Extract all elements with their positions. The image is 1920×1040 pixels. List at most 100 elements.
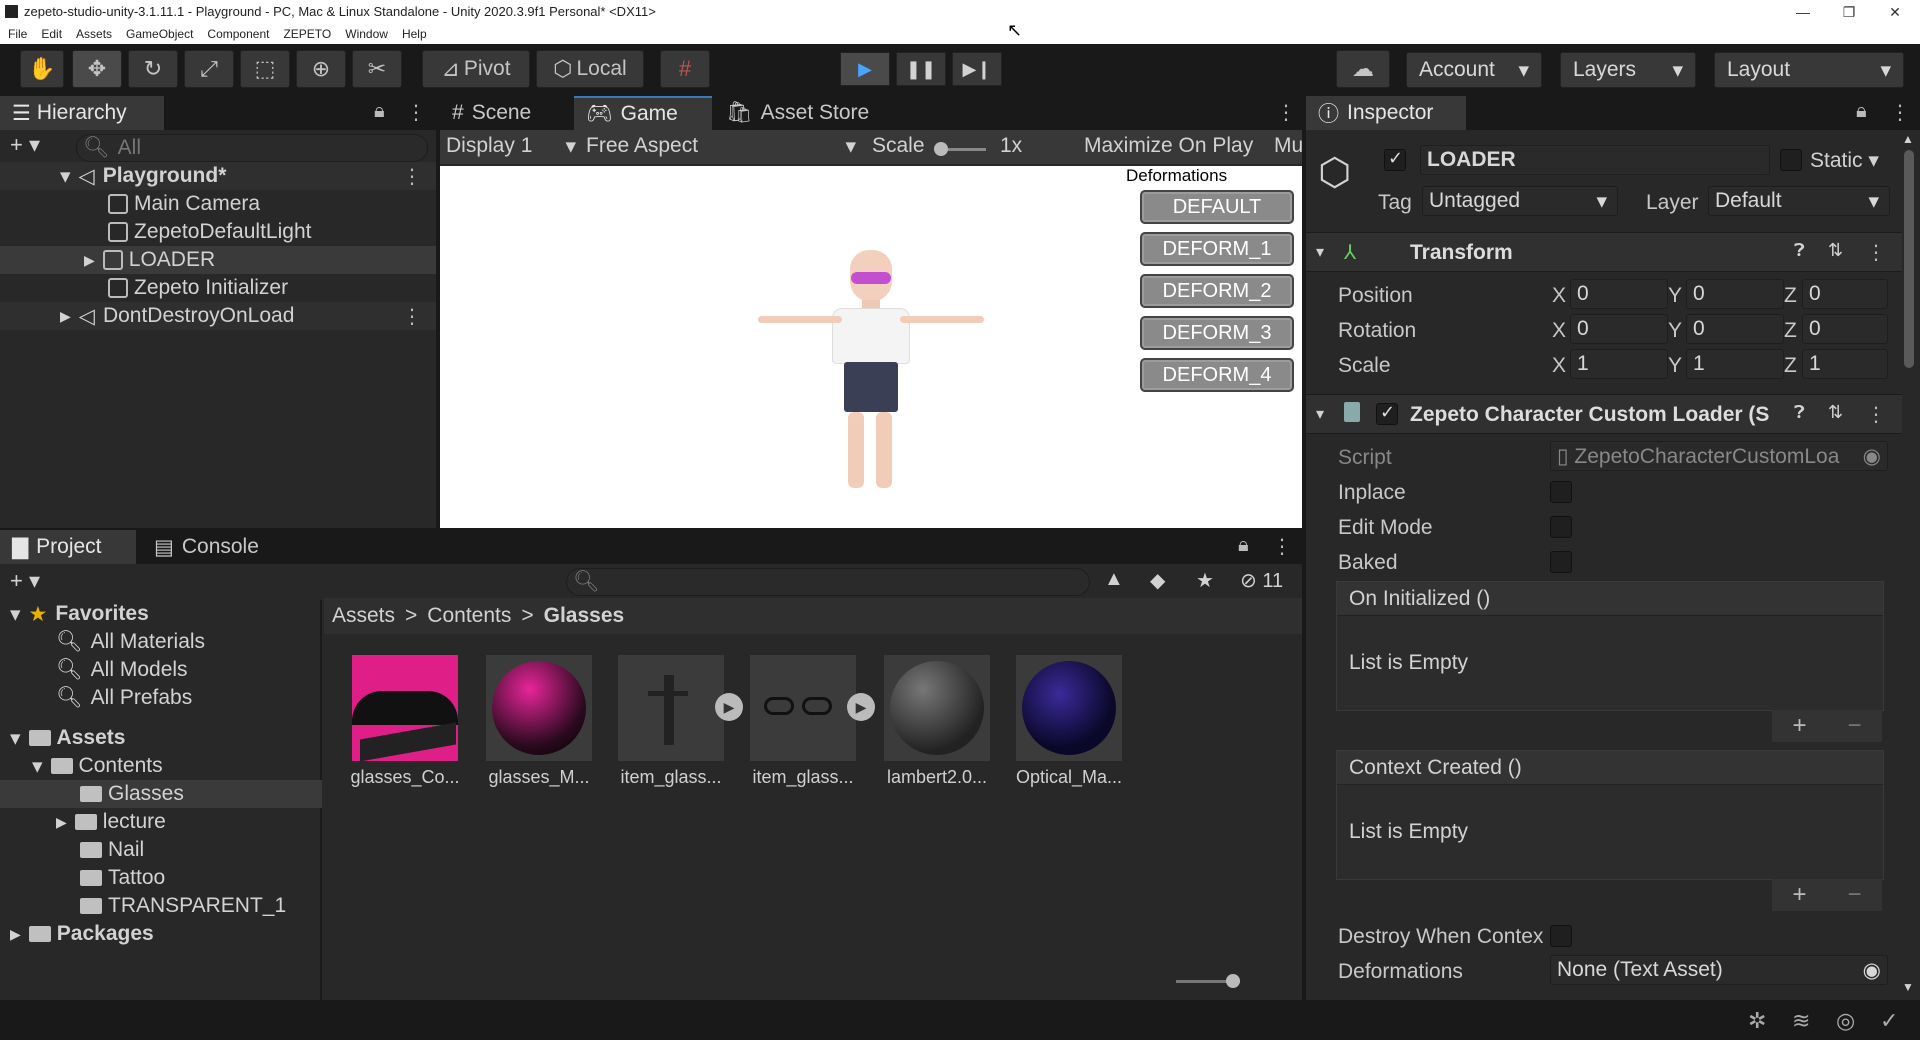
project-search-input[interactable]: 🔍︎ (566, 568, 1090, 596)
baked-checkbox[interactable] (1550, 551, 1572, 573)
object-picker-icon[interactable]: ◉ (1863, 958, 1881, 983)
lighting-icon[interactable]: ◎ (1836, 1008, 1855, 1034)
debug-icon[interactable]: ✲ (1748, 1008, 1766, 1034)
favorites-row[interactable]: ▾ ★ Favorites (0, 600, 322, 628)
transform-tool-button[interactable]: ⊕ (296, 50, 346, 88)
default-button[interactable]: DEFAULT (1140, 190, 1294, 224)
lock-icon[interactable]: 🔒︎ (1856, 100, 1867, 123)
cloud-button[interactable]: ☁ (1336, 50, 1390, 88)
folder-transparent[interactable]: TRANSPARENT_1 (0, 892, 322, 920)
inplace-checkbox[interactable] (1550, 481, 1572, 503)
asset-item-glass-prefab-2[interactable]: item_glass... (748, 655, 858, 788)
fav-all-models[interactable]: 🔍︎ All Models (0, 656, 322, 684)
packages-row[interactable]: ▶ Packages (0, 920, 322, 948)
plus-icon[interactable]: + (1792, 881, 1806, 909)
minus-icon[interactable]: − (1847, 712, 1861, 740)
breadcrumb-contents[interactable]: Contents (427, 604, 511, 628)
breadcrumb-assets[interactable]: Assets (332, 604, 395, 628)
scale-x-field[interactable]: 1 (1570, 349, 1668, 379)
foldout-arrow-icon[interactable]: ▾ (1316, 242, 1324, 262)
kebab-menu-icon[interactable]: ⋮ (1272, 534, 1292, 559)
kebab-menu-icon[interactable]: ⋮ (402, 304, 422, 329)
position-y-field[interactable]: 0 (1686, 279, 1784, 309)
tab-hierarchy[interactable]: ☰ Hierarchy (0, 96, 164, 130)
kebab-menu-icon[interactable]: ⋮ (1866, 240, 1886, 265)
deform-3-button[interactable]: DEFORM_3 (1140, 316, 1294, 350)
fav-all-materials[interactable]: 🔍︎ All Materials (0, 628, 322, 656)
component-enabled-checkbox[interactable] (1376, 403, 1398, 425)
edit-mode-checkbox[interactable] (1550, 516, 1572, 538)
favorite-star-icon[interactable]: ★ (1196, 568, 1214, 593)
layout-dropdown[interactable]: Layout ▾ (1714, 52, 1904, 88)
pause-button[interactable]: ❚❚ (896, 52, 946, 86)
tab-project[interactable]: ▇ Project (0, 530, 136, 564)
asset-glasses-material[interactable]: glasses_M... (484, 655, 594, 788)
inspector-scrollbar[interactable] (1904, 150, 1914, 368)
hierarchy-item-initializer[interactable]: Zepeto Initializer (0, 274, 436, 302)
rotation-z-field[interactable]: 0 (1802, 314, 1888, 344)
expand-prefab-icon[interactable]: ▶ (715, 693, 743, 721)
asset-glasses-color[interactable]: glasses_Co... (350, 655, 460, 788)
rotate-tool-button[interactable]: ↻ (128, 50, 178, 88)
asset-item-glass-prefab-1[interactable]: item_glass... (616, 655, 726, 788)
tab-asset-store[interactable]: 🛍︎ Asset Store (714, 96, 884, 130)
filter-by-type-icon[interactable]: ▲ (1104, 568, 1124, 591)
deform-1-button[interactable]: DEFORM_1 (1140, 232, 1294, 266)
assets-row[interactable]: ▾ Assets (0, 724, 322, 752)
hierarchy-scene-row[interactable]: ▾ ◁ Playground* ⋮ (0, 162, 436, 190)
scroll-up-arrow[interactable]: ▲ (1902, 132, 1914, 146)
create-button[interactable]: + ▾ (10, 132, 40, 158)
tag-dropdown[interactable]: Untagged ▾ (1422, 186, 1618, 216)
foldout-arrow-icon[interactable]: ▾ (1316, 404, 1324, 424)
folder-glasses[interactable]: Glasses (0, 780, 322, 808)
tab-inspector[interactable]: ⓘ Inspector (1306, 96, 1466, 130)
menu-help[interactable]: Help (402, 27, 427, 41)
menu-window[interactable]: Window (345, 27, 388, 41)
deform-2-button[interactable]: DEFORM_2 (1140, 274, 1294, 308)
kebab-menu-icon[interactable]: ⋮ (1890, 100, 1910, 125)
destroy-when-context-checkbox[interactable] (1550, 925, 1572, 947)
move-tool-button[interactable]: ✥ (72, 50, 122, 88)
create-asset-button[interactable]: + ▾ (10, 568, 40, 594)
maximize-on-play-toggle[interactable]: Maximize On Play (1084, 134, 1253, 158)
transform-header[interactable] (1306, 232, 1902, 272)
hierarchy-search-input[interactable]: 🔍︎ All (76, 134, 428, 162)
lock-icon[interactable]: 🔒︎ (374, 100, 385, 123)
fav-all-prefabs[interactable]: 🔍︎ All Prefabs (0, 684, 322, 712)
tab-console[interactable]: ▤ Console (142, 530, 282, 564)
rect-tool-button[interactable]: ⬚ (240, 50, 290, 88)
kebab-menu-icon[interactable]: ⋮ (406, 100, 426, 125)
folder-nail[interactable]: Nail (0, 836, 322, 864)
minus-icon[interactable]: − (1847, 881, 1861, 909)
check-icon[interactable]: ✓ (1880, 1008, 1898, 1034)
hierarchy-item-light[interactable]: ZepetoDefaultLight (0, 218, 436, 246)
mute-audio-toggle[interactable]: Mu (1274, 134, 1302, 158)
hierarchy-item-loader[interactable]: ▶ LOADER (0, 246, 436, 274)
menu-file[interactable]: File (8, 27, 27, 41)
object-name-field[interactable]: LOADER (1420, 145, 1770, 175)
zoom-slider[interactable] (1176, 974, 1240, 988)
grid-snap-button[interactable]: # (660, 50, 710, 88)
rotation-y-field[interactable]: 0 (1686, 314, 1784, 344)
preset-icon[interactable]: ⇅ (1828, 240, 1843, 261)
display-dropdown[interactable]: Display 1 ▾ (446, 134, 576, 159)
position-z-field[interactable]: 0 (1802, 279, 1888, 309)
menu-assets[interactable]: Assets (76, 27, 112, 41)
layer-dropdown[interactable]: Default ▾ (1708, 186, 1890, 216)
active-checkbox[interactable] (1384, 149, 1406, 171)
static-dropdown[interactable]: Static ▾ (1810, 148, 1879, 173)
preset-icon[interactable]: ⇅ (1828, 402, 1843, 423)
menu-edit[interactable]: Edit (41, 27, 62, 41)
position-x-field[interactable]: 0 (1570, 279, 1668, 309)
folder-tattoo[interactable]: Tattoo (0, 864, 322, 892)
folder-lecture[interactable]: ▶ lecture (0, 808, 322, 836)
contents-row[interactable]: ▾ Contents (0, 752, 322, 780)
layers-icon[interactable]: ≋ (1792, 1008, 1810, 1034)
help-icon[interactable]: ❓︎ (1794, 240, 1805, 261)
scale-z-field[interactable]: 1 (1802, 349, 1888, 379)
asset-lambert-material[interactable]: lambert2.0... (882, 655, 992, 788)
plus-icon[interactable]: + (1792, 712, 1806, 740)
minimize-button[interactable]: — (1780, 0, 1826, 24)
rotation-x-field[interactable]: 0 (1570, 314, 1668, 344)
menu-zepeto[interactable]: ZEPETO (283, 27, 331, 41)
